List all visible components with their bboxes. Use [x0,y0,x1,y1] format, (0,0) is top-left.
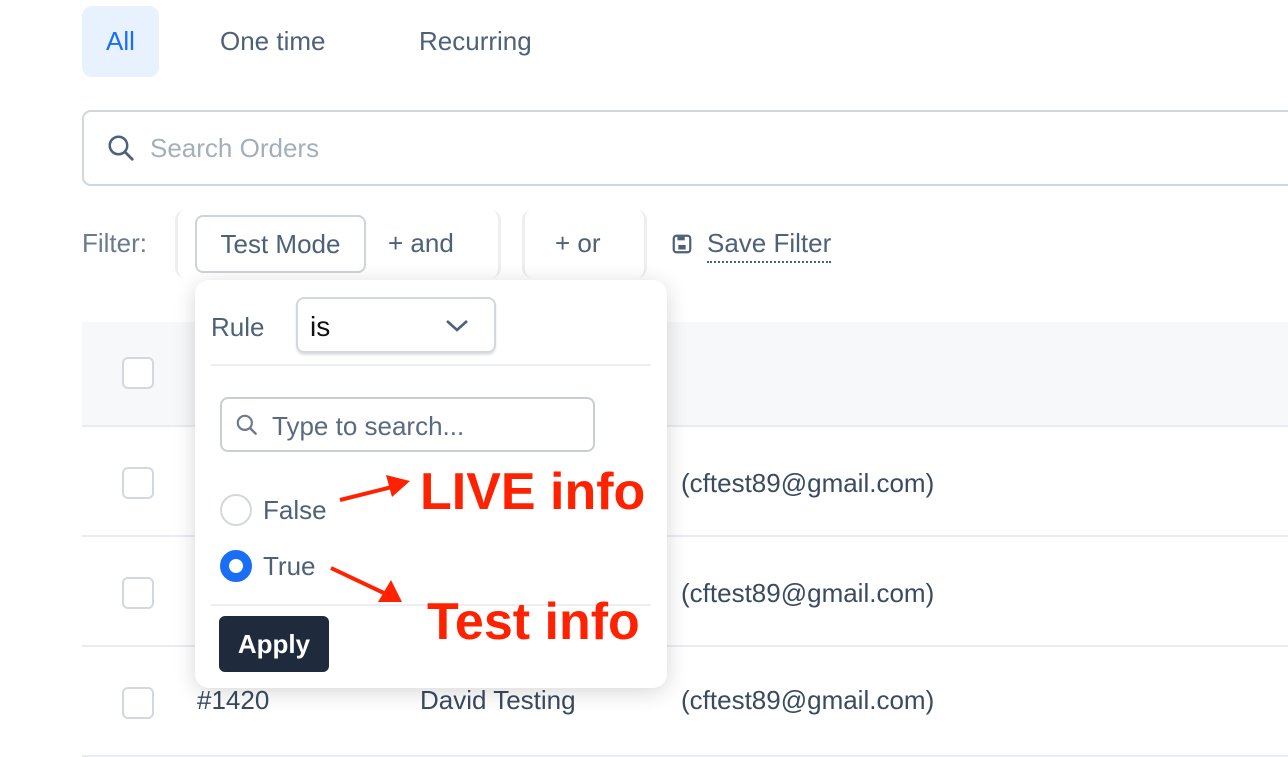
tab-recurring[interactable]: Recurring [395,6,556,77]
select-all-checkbox[interactable] [122,357,154,389]
divider [211,364,651,366]
customer-cell: (cftest89@gmail.com) [681,468,935,498]
annotation-test-info: Test info [427,593,640,651]
add-and-button[interactable]: + and [388,228,454,259]
save-filter-link[interactable]: Save Filter [707,228,832,263]
filter-chip-test-mode[interactable]: Test Mode [195,215,366,273]
row-checkbox[interactable] [122,467,154,499]
apply-button[interactable]: Apply [219,616,329,672]
radio-true[interactable] [220,550,252,582]
search-orders-input[interactable]: Search Orders [82,110,1288,186]
row-checkbox[interactable] [122,577,154,609]
radio-false[interactable] [220,494,252,526]
save-icon [672,234,692,254]
chevron-down-icon [446,320,468,332]
rule-value: is [310,311,331,342]
annotation-live-info: LIVE info [420,463,646,521]
rule-label: Rule [211,312,265,342]
row-checkbox[interactable] [122,687,154,719]
rule-select[interactable]: is [296,297,496,353]
search-icon [236,414,257,435]
name-cell: David Testing [420,685,576,715]
add-or-button[interactable]: + or [555,228,601,259]
option-search-input[interactable]: Type to search... [220,397,595,452]
order-cell: #1420 [197,685,270,715]
option-search-placeholder: Type to search... [272,411,465,441]
search-placeholder: Search Orders [150,132,320,163]
tab-all[interactable]: All [82,6,159,77]
customer-cell: (cftest89@gmail.com) [681,578,935,608]
option-false-label[interactable]: False [263,495,327,526]
option-true-label[interactable]: True [263,551,316,582]
customer-cell: (cftest89@gmail.com) [681,685,935,715]
filter-label: Filter: [82,228,147,258]
tab-one-time[interactable]: One time [196,6,350,77]
search-icon [108,135,134,161]
